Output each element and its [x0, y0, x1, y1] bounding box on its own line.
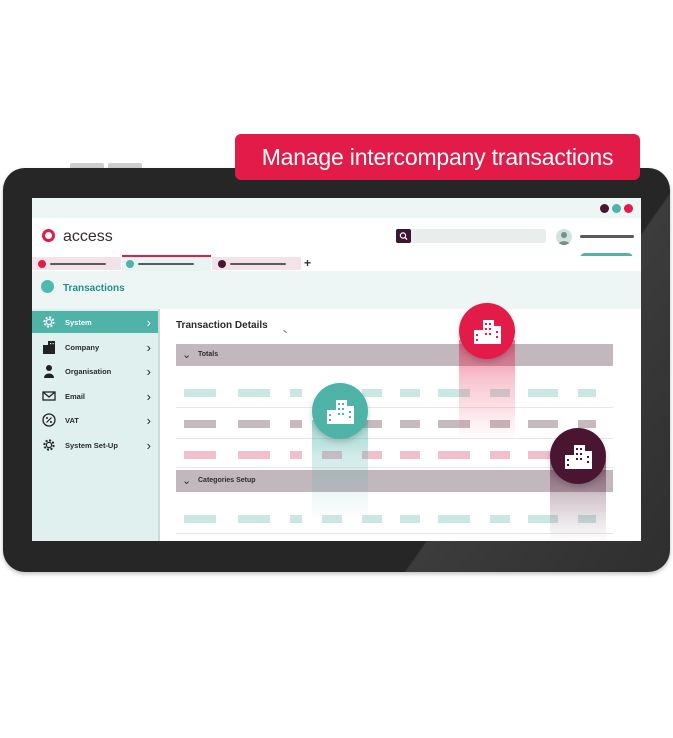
chevron-right-icon: ›: [146, 314, 151, 330]
sidebar-item-email[interactable]: Email ›: [32, 385, 158, 407]
page-title-dot: [41, 280, 54, 293]
page-title: Transactions: [63, 283, 125, 294]
table-cell-placeholder: [438, 515, 470, 523]
table-cell-placeholder: [290, 451, 302, 459]
percent-icon: [42, 413, 56, 427]
table-cell-placeholder: [184, 420, 216, 428]
table-cell-placeholder: [490, 451, 510, 459]
table-cell-placeholder: [578, 389, 596, 397]
sidebar-item-system-set-up[interactable]: System Set-Up ›: [32, 434, 158, 456]
gear-icon: [42, 438, 56, 452]
app-header: [32, 218, 641, 258]
building-icon: [42, 340, 56, 354]
chevron-down-icon: ⌄: [182, 349, 192, 361]
chevron-right-icon: ›: [146, 363, 151, 379]
sidebar-item-company[interactable]: Company ›: [32, 336, 158, 358]
office-building-icon: [327, 400, 354, 424]
office-building-icon: [474, 320, 501, 344]
row-divider: [176, 438, 613, 439]
section-categories-setup[interactable]: ⌄ Categories Setup: [176, 470, 613, 492]
sidebar-item-label: System Set-Up: [65, 440, 118, 450]
table-cell-placeholder: [400, 515, 420, 523]
gear-icon: [42, 315, 56, 329]
table-cell-placeholder: [400, 389, 420, 397]
sidebar-item-system[interactable]: System ›: [32, 311, 158, 333]
table-cell-placeholder: [578, 420, 596, 428]
tab-1-dot: [38, 260, 46, 268]
chevron-right-icon: ›: [146, 339, 151, 355]
table-cell-placeholder: [184, 451, 216, 459]
row-divider: [176, 467, 613, 468]
table-cell-placeholder: [184, 515, 216, 523]
window-dot-red[interactable]: [624, 204, 633, 213]
chevron-right-icon: ›: [146, 412, 151, 428]
table-cell-placeholder: [238, 451, 270, 459]
table-cell-placeholder: [238, 420, 270, 428]
office-building-icon: [565, 445, 592, 469]
table-cell-placeholder: [290, 420, 302, 428]
row-divider: [176, 407, 613, 408]
envelope-icon: [42, 389, 56, 403]
tab-2-label-placeholder: [138, 263, 194, 265]
sidebar-item-label: Email: [65, 391, 86, 401]
chevron-right-icon: ›: [146, 388, 151, 404]
table-cell-placeholder: [290, 389, 302, 397]
access-logo-icon: [42, 229, 55, 242]
user-icon: [558, 232, 570, 245]
section-totals[interactable]: ⌄ Totals: [176, 344, 613, 366]
table-cell-placeholder: [528, 389, 558, 397]
details-title: Transaction Details: [176, 320, 268, 331]
table-cell-placeholder: [490, 515, 510, 523]
table-cell-placeholder: [362, 389, 382, 397]
tab-3-label-placeholder: [230, 263, 286, 265]
section-label: Totals: [198, 351, 219, 358]
sidebar-item-label: Company: [65, 342, 100, 352]
table-cell-placeholder: [290, 515, 302, 523]
logo-text: access: [63, 228, 113, 245]
search-button[interactable]: [396, 229, 411, 243]
search-input[interactable]: [396, 229, 546, 243]
window-dot-teal[interactable]: [612, 204, 621, 213]
user-avatar[interactable]: [556, 229, 572, 245]
search-icon: [399, 232, 408, 240]
tab-2-dot: [126, 260, 134, 268]
table-cell-placeholder: [238, 389, 270, 397]
sidebar-item-organisation[interactable]: Organisation ›: [32, 360, 158, 382]
table-cell-placeholder: [400, 420, 420, 428]
person-icon: [42, 364, 56, 378]
section-label: Categories Setup: [198, 477, 256, 484]
sidebar-item-label: VAT: [65, 415, 79, 425]
row-divider: [176, 533, 613, 534]
tab-3-dot: [218, 260, 226, 268]
sidebar-item-label: Organisation: [65, 366, 112, 376]
headline-banner: Manage intercompany transactions: [235, 134, 640, 180]
sidebar-item-label: System: [65, 317, 92, 327]
chevron-down-icon: ⌄: [182, 475, 192, 487]
table-cell-placeholder: [238, 515, 270, 523]
window-dot-plum[interactable]: [600, 204, 609, 213]
table-cell-placeholder: [438, 451, 470, 459]
chevron-right-icon: ›: [146, 437, 151, 453]
table-cell-placeholder: [528, 420, 558, 428]
sidebar-item-vat[interactable]: VAT ›: [32, 409, 158, 431]
company-marker-red: [459, 303, 515, 359]
company-marker-plum: [550, 428, 606, 484]
company-marker-teal: [312, 383, 368, 439]
table-cell-placeholder: [184, 389, 216, 397]
tab-1-label-placeholder: [50, 263, 106, 265]
table-cell-placeholder: [400, 451, 420, 459]
add-tab-button[interactable]: +: [304, 256, 311, 270]
user-name-placeholder: [580, 235, 634, 238]
